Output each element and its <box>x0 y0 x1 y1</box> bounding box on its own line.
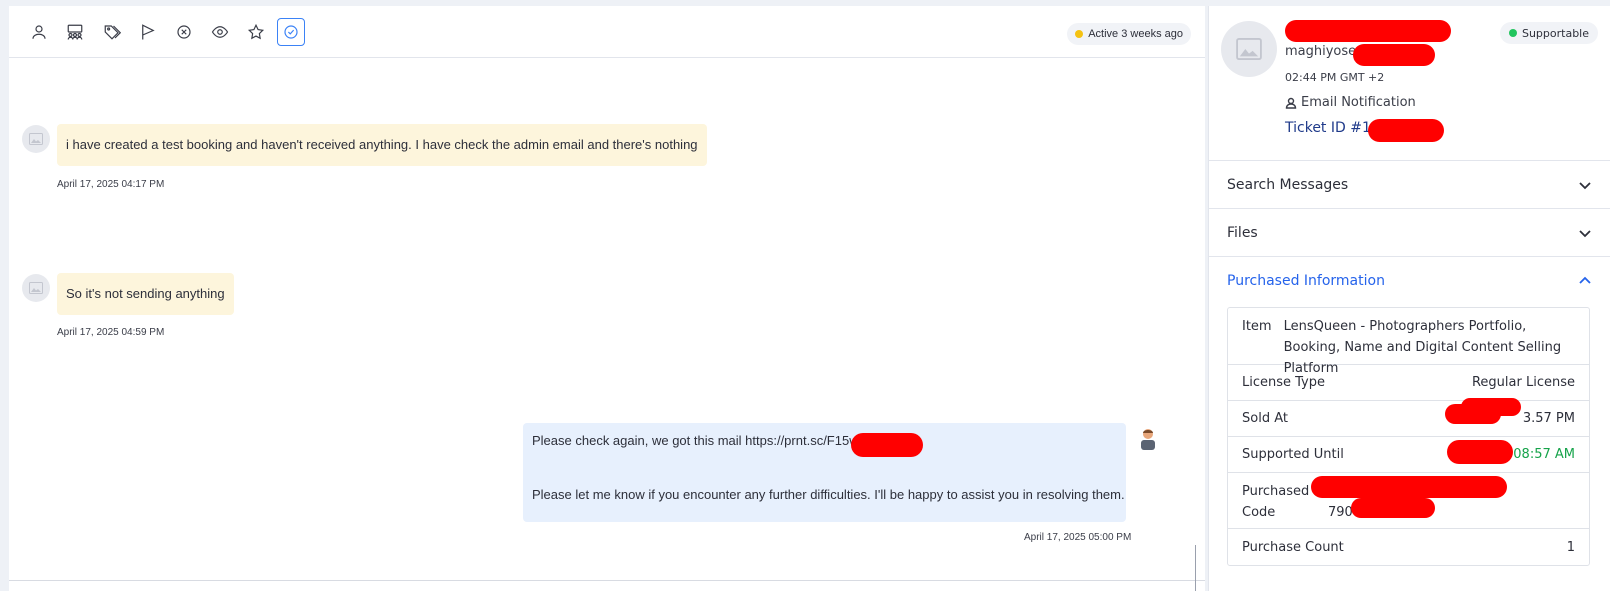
message-time: April 17, 2025 04:17 PM <box>57 179 165 190</box>
row-label: Sold At <box>1242 411 1288 426</box>
row-value: 3.57 PM <box>1522 411 1575 426</box>
redaction-mark <box>1447 440 1513 464</box>
message-time: April 17, 2025 05:00 PM <box>1024 532 1132 543</box>
purchase-info-table: Item LensQueen - Photographers Portfolio… <box>1227 307 1590 566</box>
redaction-mark <box>1353 44 1435 66</box>
row-label: Supported Until <box>1242 447 1344 462</box>
row-value: LensQueen - Photographers Portfolio, Boo… <box>1283 319 1562 376</box>
customer-local-time: 02:44 PM GMT +2 <box>1285 71 1385 84</box>
redaction-mark <box>1311 476 1507 498</box>
purchase-row-item: Item LensQueen - Photographers Portfolio… <box>1228 308 1589 376</box>
row-value: 1 <box>1566 539 1575 555</box>
row-label: License Type <box>1242 375 1326 390</box>
pane-resize-handle[interactable] <box>1195 545 1196 591</box>
redaction-mark <box>1368 119 1444 142</box>
row-value: 08:57 AM <box>1513 447 1575 462</box>
agent-avatar-icon <box>1141 429 1155 450</box>
customer-avatar <box>22 274 50 302</box>
customer-avatar <box>22 125 50 153</box>
redaction-mark <box>1351 498 1435 518</box>
reply-line-2: Please let me know if you encounter any … <box>532 487 1125 502</box>
status-dot-icon <box>1075 30 1084 38</box>
email-notification-label: Email Notification <box>1301 95 1416 110</box>
image-placeholder-icon <box>29 282 43 294</box>
accordion-label: Purchased Information <box>1227 272 1385 289</box>
flag-icon[interactable] <box>134 18 162 46</box>
chevron-down-icon <box>1579 181 1591 189</box>
message-time: April 17, 2025 04:59 PM <box>57 327 165 338</box>
status-dot-icon <box>1508 29 1517 37</box>
support-status-badge: Supportable <box>1499 22 1598 44</box>
customer-email: maghiyose <box>1285 44 1357 59</box>
row-label: Purchased Code <box>1242 484 1310 520</box>
purchase-row-sold-at: Sold At 3.57 PM <box>1228 401 1589 437</box>
accordion-files[interactable]: Files <box>1209 208 1610 256</box>
image-placeholder-icon <box>1236 38 1262 60</box>
customer-sidebar: Supportable maghiyose 02:44 PM GMT +2 Em… <box>1208 6 1610 591</box>
accordion-purchased-information[interactable]: Purchased Information <box>1209 256 1610 304</box>
email-notification-toggle[interactable]: Email Notification <box>1285 95 1416 110</box>
chat-pane: Active 3 weeks ago i have created a test… <box>9 6 1205 591</box>
chevron-down-icon <box>1579 229 1591 237</box>
accordion-label: Files <box>1227 224 1258 241</box>
chevron-up-icon <box>1579 276 1591 284</box>
redaction-mark <box>851 433 923 457</box>
row-value: Regular License <box>1471 375 1575 390</box>
row-label: Item <box>1242 319 1272 334</box>
users-group-icon[interactable] <box>61 18 89 46</box>
check-circle-icon[interactable] <box>277 18 305 46</box>
active-status-badge: Active 3 weeks ago <box>1067 23 1191 45</box>
close-circle-icon[interactable] <box>170 18 198 46</box>
accordion-search-messages[interactable]: Search Messages <box>1209 160 1610 208</box>
active-status-text: Active 3 weeks ago <box>1088 28 1183 40</box>
purchase-row-supported-until: Supported Until 08:57 AM <box>1228 437 1589 473</box>
image-placeholder-icon <box>29 133 43 145</box>
tags-icon[interactable] <box>98 18 126 46</box>
support-status-text: Supportable <box>1521 26 1589 40</box>
composer-divider <box>9 580 1205 581</box>
purchase-row-count: Purchase Count 1 <box>1228 529 1589 565</box>
redaction-mark <box>1285 20 1451 42</box>
reply-bubble: Please check again, we got this mail htt… <box>523 423 1126 522</box>
accordion-label: Search Messages <box>1227 176 1349 193</box>
eye-icon[interactable] <box>206 18 234 46</box>
message-bubble: So it's not sending anything <box>57 273 234 315</box>
row-label: Purchase Count <box>1242 539 1344 555</box>
user-icon[interactable] <box>25 18 53 46</box>
customer-avatar-large <box>1221 21 1277 77</box>
chat-toolbar: Active 3 weeks ago <box>9 6 1205 58</box>
message-bubble: i have created a test booking and haven'… <box>57 124 707 166</box>
redaction-mark <box>1461 398 1521 416</box>
reply-line-1: Please check again, we got this mail htt… <box>532 433 859 448</box>
user-bell-icon <box>1285 97 1297 109</box>
agent-avatar <box>1137 427 1159 451</box>
star-icon[interactable] <box>242 18 270 46</box>
